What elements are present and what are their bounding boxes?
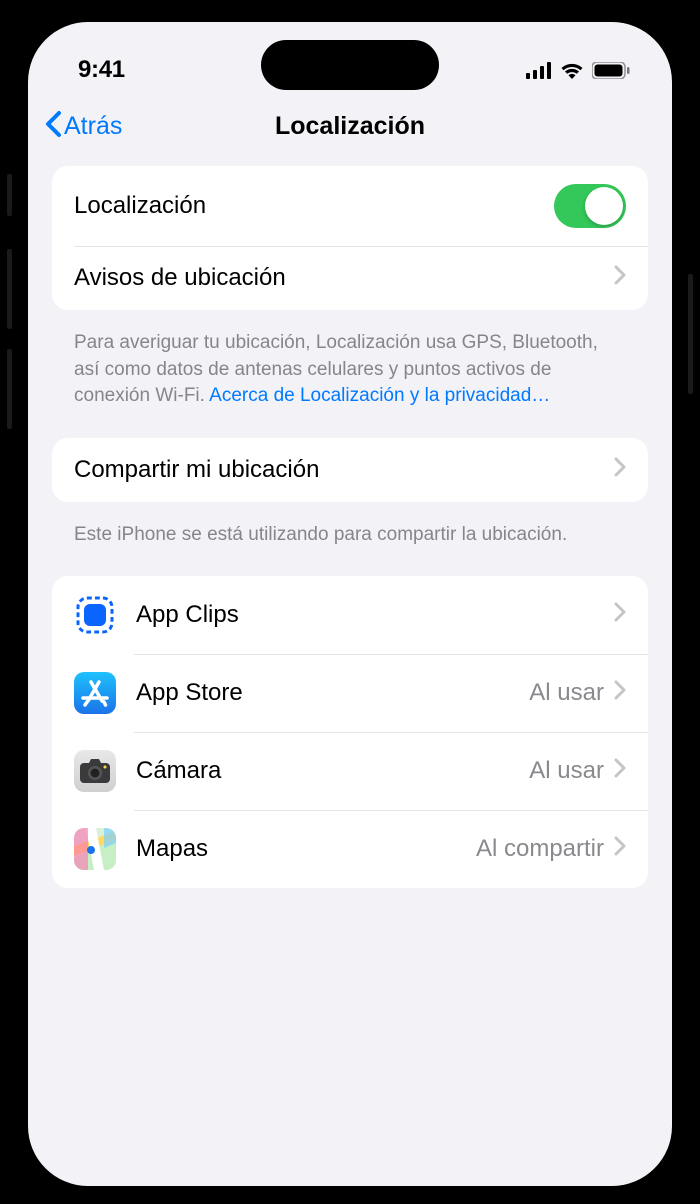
app-store-icon	[74, 672, 116, 714]
app-clips-icon	[74, 594, 116, 636]
chevron-right-icon	[614, 680, 626, 706]
dynamic-island	[261, 40, 439, 90]
power-button	[688, 274, 693, 394]
location-alerts-row[interactable]: Avisos de ubicación	[52, 246, 648, 310]
phone-inner-frame: 9:41 Atrás Localización	[22, 16, 678, 1192]
camera-icon	[74, 750, 116, 792]
chevron-left-icon	[44, 110, 62, 143]
localization-toggle[interactable]	[554, 184, 626, 228]
nav-bar: Atrás Localización	[28, 96, 672, 156]
volume-up-button	[7, 249, 12, 329]
wifi-icon	[560, 62, 584, 79]
chevron-right-icon	[614, 602, 626, 628]
app-permission-value: Al compartir	[476, 835, 604, 863]
app-permission-value: Al usar	[529, 757, 604, 785]
localization-label: Localización	[74, 192, 554, 220]
cellular-signal-icon	[526, 62, 552, 79]
app-row-appclips[interactable]: App Clips	[52, 576, 648, 654]
app-name: App Store	[136, 679, 529, 707]
app-name: App Clips	[136, 601, 604, 629]
status-icons	[526, 62, 630, 79]
back-button[interactable]: Atrás	[44, 110, 122, 143]
app-name: Mapas	[136, 835, 476, 863]
status-time: 9:41	[78, 56, 125, 84]
screen: 9:41 Atrás Localización	[28, 22, 672, 1186]
battery-icon	[592, 62, 630, 79]
section-apps: App Clips App Store Al usar	[52, 576, 648, 888]
toggle-knob	[585, 187, 623, 225]
share-location-footer: Este iPhone se está utilizando para comp…	[52, 514, 648, 577]
silence-switch	[7, 174, 12, 216]
app-name: Cámara	[136, 757, 529, 785]
chevron-right-icon	[614, 758, 626, 784]
back-label: Atrás	[64, 112, 122, 141]
localization-toggle-row[interactable]: Localización	[52, 166, 648, 246]
app-permission-value: Al usar	[529, 679, 604, 707]
app-row-camera[interactable]: Cámara Al usar	[52, 732, 648, 810]
app-row-maps[interactable]: Mapas Al compartir	[52, 810, 648, 888]
share-location-row[interactable]: Compartir mi ubicación	[52, 438, 648, 502]
location-alerts-label: Avisos de ubicación	[74, 264, 614, 292]
phone-frame: 9:41 Atrás Localización	[10, 4, 690, 1204]
chevron-right-icon	[614, 836, 626, 862]
section-location-services: Localización Avisos de ubicación	[52, 166, 648, 310]
page-title: Localización	[46, 112, 654, 141]
location-services-footer: Para averiguar tu ubicación, Localizació…	[52, 322, 648, 438]
app-row-appstore[interactable]: App Store Al usar	[52, 654, 648, 732]
share-location-label: Compartir mi ubicación	[74, 456, 614, 484]
privacy-link[interactable]: Acerca de Localización y la privacidad…	[209, 385, 550, 406]
content: Localización Avisos de ubicación Para av…	[28, 156, 672, 888]
section-share-location: Compartir mi ubicación	[52, 438, 648, 502]
volume-down-button	[7, 349, 12, 429]
chevron-right-icon	[614, 457, 626, 483]
chevron-right-icon	[614, 265, 626, 291]
maps-icon	[74, 828, 116, 870]
